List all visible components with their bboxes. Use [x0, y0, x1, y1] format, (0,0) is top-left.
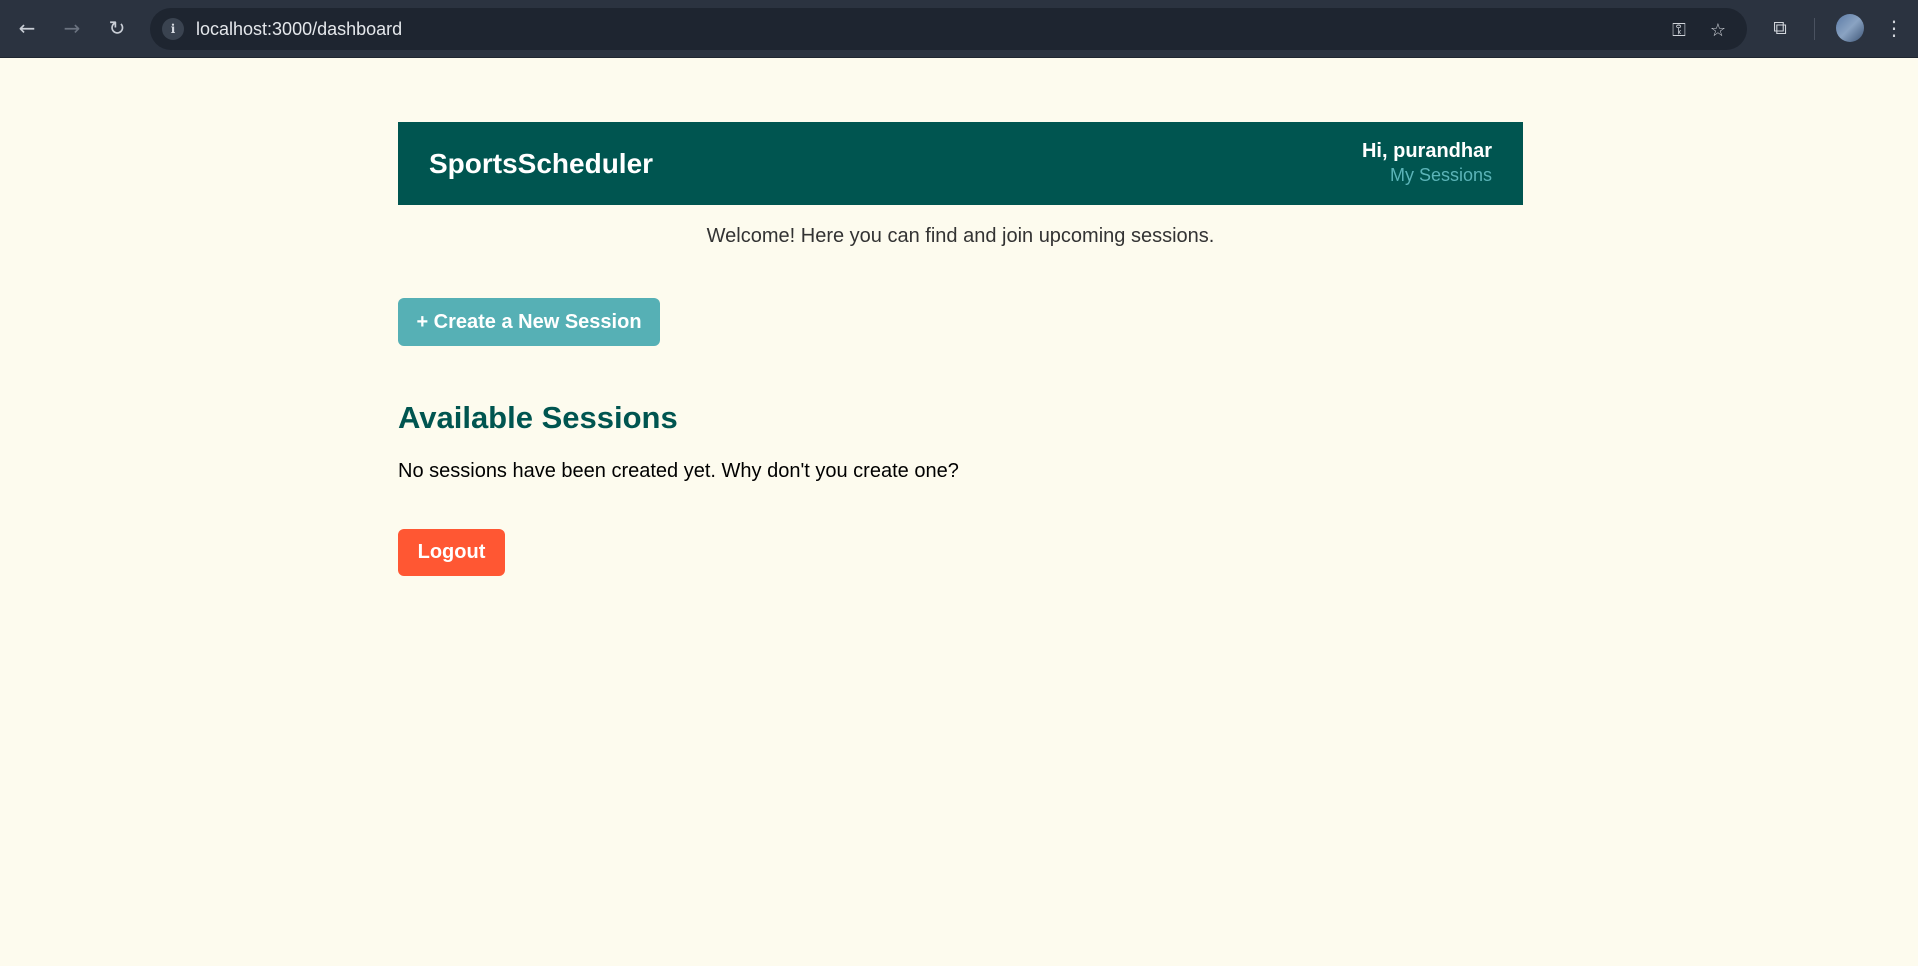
user-box: Hi, purandhar My Sessions: [1362, 140, 1492, 186]
back-icon[interactable]: ←: [12, 13, 42, 43]
forward-icon[interactable]: →: [57, 13, 87, 43]
logout-button[interactable]: Logout: [398, 529, 505, 576]
bookmark-star-icon[interactable]: ☆: [1705, 17, 1731, 43]
welcome-message: Welcome! Here you can find and join upco…: [706, 225, 1215, 247]
create-session-button[interactable]: + Create a New Session: [398, 298, 660, 346]
menu-icon[interactable]: ⋮: [1884, 14, 1904, 42]
address-bar[interactable]: i localhost:3000/dashboard ⚿ ☆: [150, 8, 1747, 50]
browser-toolbar: ← → ↻ i localhost:3000/dashboard ⚿ ☆ ⧉ ⋮: [0, 0, 1918, 58]
available-sessions-heading: Available Sessions: [398, 400, 678, 435]
brand-title: SportsScheduler: [429, 148, 654, 179]
extensions-icon[interactable]: ⧉: [1766, 14, 1794, 42]
app-header: SportsScheduler Hi, purandhar My Session…: [398, 122, 1523, 205]
profile-avatar[interactable]: [1836, 14, 1864, 42]
info-icon[interactable]: i: [162, 18, 184, 40]
empty-sessions-message: No sessions have been created yet. Why d…: [398, 460, 959, 482]
url-text[interactable]: localhost:3000/dashboard: [196, 19, 402, 40]
toolbar-divider: [1814, 18, 1815, 40]
user-greeting: Hi, purandhar: [1361, 140, 1492, 162]
my-sessions-link[interactable]: My Sessions: [1362, 165, 1492, 186]
password-key-icon[interactable]: ⚿: [1666, 17, 1692, 43]
dashboard-container: SportsScheduler Hi, purandhar My Session…: [398, 122, 1523, 576]
reload-icon[interactable]: ↻: [102, 13, 132, 43]
